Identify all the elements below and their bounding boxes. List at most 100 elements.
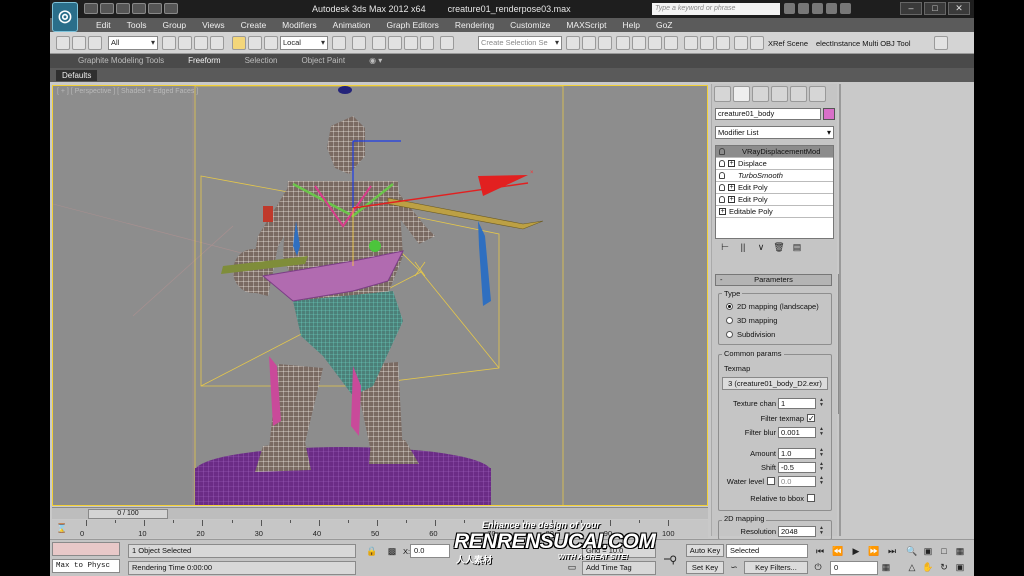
resolution-field[interactable]: 2048: [778, 526, 816, 537]
ribbon-toggle-icon[interactable]: ◉ ▾: [361, 54, 398, 68]
undo-icon[interactable]: [132, 3, 146, 14]
auto-key-button[interactable]: Auto Key: [686, 544, 724, 557]
select-by-name-icon[interactable]: [178, 36, 192, 50]
modifier-list-dropdown[interactable]: Modifier List: [715, 126, 834, 139]
orbit-icon[interactable]: ↻: [938, 561, 950, 573]
key-mode-dropdown[interactable]: Selected: [726, 544, 808, 558]
spinner-icon[interactable]: ▲ ▼: [818, 462, 825, 473]
right-foot[interactable]: [369, 440, 419, 464]
menu-customize[interactable]: Customize: [502, 18, 558, 32]
subscription-icon[interactable]: [798, 3, 809, 14]
radio-3d-mapping[interactable]: 3D mapping: [726, 316, 777, 325]
material-editor-icon[interactable]: [664, 36, 678, 50]
instance-tool-label[interactable]: electInstance Multi OBJ Tool: [816, 39, 911, 48]
shift-field[interactable]: -0.5: [778, 462, 816, 473]
select-manipulate-icon[interactable]: [352, 36, 366, 50]
radio-2d-mapping[interactable]: 2D mapping (landscape): [726, 302, 819, 311]
named-selection-dropdown[interactable]: Create Selection Se: [478, 36, 562, 50]
help-icon[interactable]: [840, 3, 851, 14]
xref-icon[interactable]: [750, 36, 764, 50]
hierarchy-tab-icon[interactable]: [752, 86, 769, 102]
zoom-extents-icon[interactable]: □: [938, 545, 950, 557]
spinner-icon[interactable]: ▲ ▼: [818, 427, 825, 438]
mini-curve-editor-icon[interactable]: ⌛: [56, 522, 68, 534]
rendered-frame-icon[interactable]: [700, 36, 714, 50]
selection-filter-dropdown[interactable]: All: [108, 36, 158, 50]
go-to-end-icon[interactable]: ⏭: [886, 545, 898, 557]
play-icon[interactable]: ▶: [850, 545, 862, 557]
favorites-icon[interactable]: [826, 3, 837, 14]
expand-icon[interactable]: +: [728, 160, 735, 167]
tab-selection[interactable]: Selection: [237, 54, 294, 68]
spinner-icon[interactable]: ▲ ▼: [818, 398, 825, 409]
menu-goz[interactable]: GoZ: [648, 18, 681, 32]
menu-graph-editors[interactable]: Graph Editors: [378, 18, 446, 32]
previous-frame-icon[interactable]: ⏪: [832, 545, 844, 557]
project-folder-icon[interactable]: [164, 3, 178, 14]
checker-icon[interactable]: [934, 36, 948, 50]
time-slider[interactable]: 0 / 100: [88, 509, 168, 519]
time-slider-track[interactable]: 0 / 100: [52, 507, 708, 519]
key-mode-toggle-icon[interactable]: ⏻: [812, 561, 824, 573]
add-time-tag-button[interactable]: Add Time Tag: [582, 561, 656, 575]
maxscript-listener-top[interactable]: [52, 542, 120, 556]
spinner-icon[interactable]: ▲ ▼: [818, 476, 825, 487]
angle-snap-icon[interactable]: [388, 36, 402, 50]
next-frame-icon[interactable]: ⏩: [868, 545, 880, 557]
pin-stack-icon[interactable]: ⊢: [719, 241, 731, 253]
align-icon[interactable]: [582, 36, 596, 50]
edit-named-selection-icon[interactable]: [440, 36, 454, 50]
communication-icon[interactable]: [812, 3, 823, 14]
scale-icon[interactable]: [264, 36, 278, 50]
menu-modifiers[interactable]: Modifiers: [274, 18, 324, 32]
search-input[interactable]: Type a keyword or phrase: [652, 3, 780, 15]
graphite-toggle-icon[interactable]: [616, 36, 630, 50]
schematic-view-icon[interactable]: [648, 36, 662, 50]
render-production-icon[interactable]: [716, 36, 730, 50]
spinner-icon[interactable]: ▲ ▼: [818, 448, 825, 459]
current-frame-field[interactable]: 0: [830, 561, 878, 575]
texmap-button[interactable]: 3 (creature01_body_D2.exr): [722, 377, 828, 390]
lock-selection-icon[interactable]: 🔒: [366, 545, 378, 557]
stack-item[interactable]: + Displace: [716, 158, 833, 170]
zoom-extents-all-icon[interactable]: ▦: [954, 545, 966, 557]
defaults-tab[interactable]: Defaults: [56, 70, 98, 81]
zoom-all-icon[interactable]: ▣: [922, 545, 934, 557]
open-file-icon[interactable]: [100, 3, 114, 14]
menu-maxscript[interactable]: MAXScript: [558, 18, 614, 32]
maximize-viewport-icon[interactable]: ▣: [954, 561, 966, 573]
spinner-snap-icon[interactable]: [420, 36, 434, 50]
remove-modifier-icon[interactable]: 🗑: [773, 241, 785, 253]
menu-tools[interactable]: Tools: [119, 18, 155, 32]
maxscript-listener-input[interactable]: Max to Physc: [52, 559, 120, 573]
expand-icon[interactable]: +: [728, 196, 735, 203]
render-setup-icon[interactable]: [684, 36, 698, 50]
key-icon[interactable]: ⎯⚲: [664, 552, 676, 564]
motion-tab-icon[interactable]: [771, 86, 788, 102]
default-tangent-icon[interactable]: ∽: [728, 561, 740, 573]
maximize-icon[interactable]: □: [924, 2, 946, 15]
object-color-swatch[interactable]: [823, 108, 835, 120]
pan-icon[interactable]: ✋: [922, 561, 934, 573]
menu-animation[interactable]: Animation: [325, 18, 379, 32]
new-file-icon[interactable]: [84, 3, 98, 14]
left-foot[interactable]: [255, 442, 311, 472]
render-iterative-icon[interactable]: [734, 36, 748, 50]
set-key-button[interactable]: Set Key: [686, 561, 724, 574]
parameters-rollout-header[interactable]: - Parameters: [715, 274, 832, 286]
modify-tab-icon[interactable]: [733, 86, 750, 102]
relative-bbox-checkbox[interactable]: [807, 494, 815, 502]
tab-object-paint[interactable]: Object Paint: [294, 54, 362, 68]
lightbulb-icon[interactable]: [719, 148, 725, 155]
utilities-tab-icon[interactable]: [809, 86, 826, 102]
reference-coordinate-dropdown[interactable]: Local: [280, 36, 328, 50]
bind-space-warp-icon[interactable]: [88, 36, 102, 50]
lightbulb-icon[interactable]: [719, 172, 725, 179]
object-name-field[interactable]: creature01_body: [715, 108, 821, 120]
menu-help[interactable]: Help: [614, 18, 647, 32]
rectangular-selection-icon[interactable]: [194, 36, 208, 50]
lightbulb-icon[interactable]: [719, 184, 725, 191]
water-level-field[interactable]: 0.0: [778, 476, 816, 487]
head[interactable]: [327, 116, 365, 174]
move-icon[interactable]: [232, 36, 246, 50]
